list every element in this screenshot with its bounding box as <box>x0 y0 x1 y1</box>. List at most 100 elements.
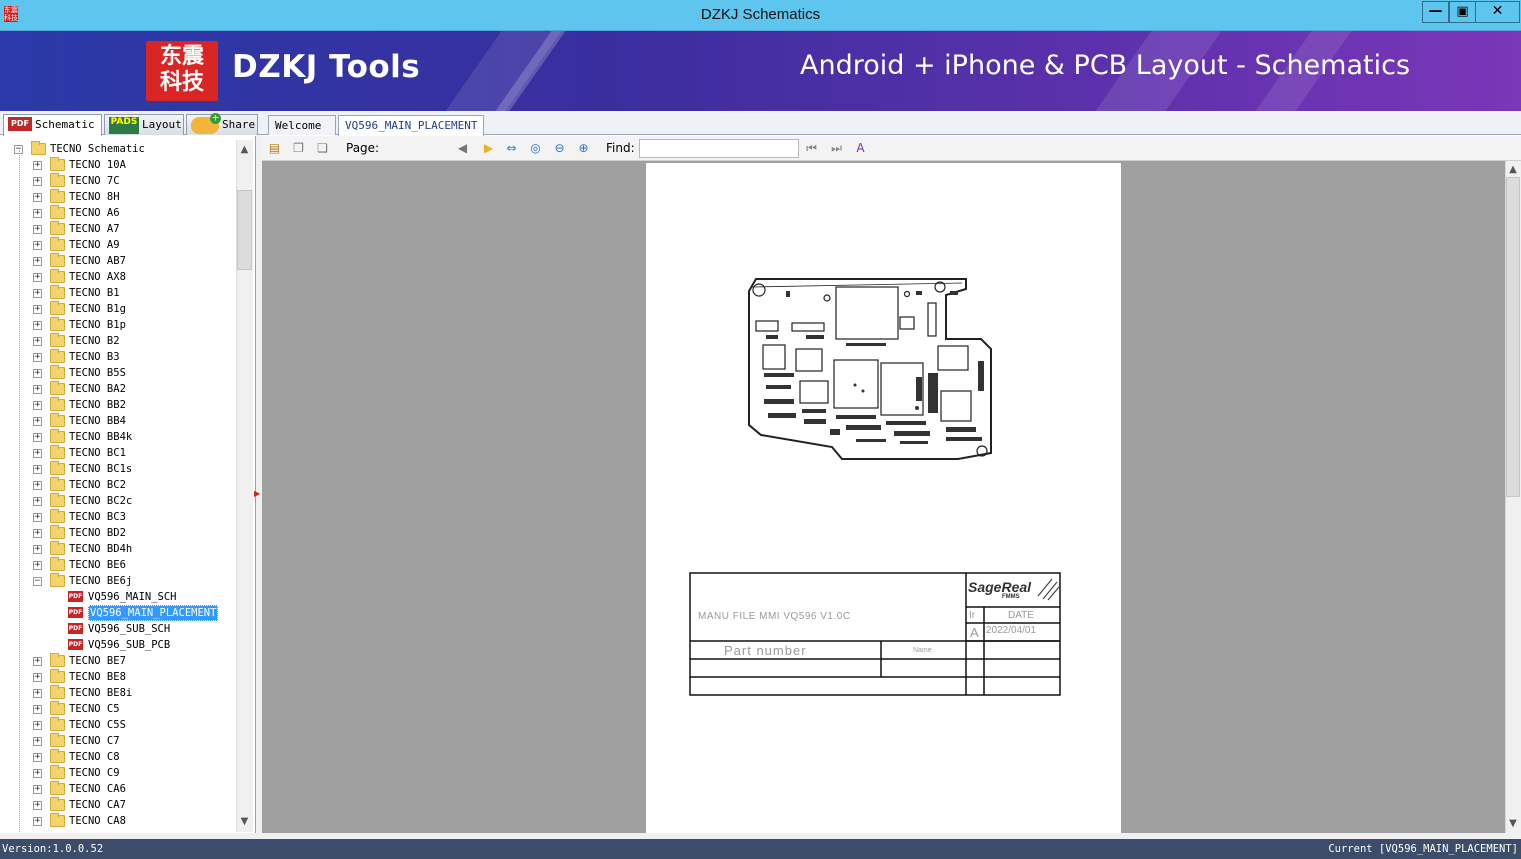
tree-folder-item[interactable]: + TECNO B1g <box>0 301 236 317</box>
close-window-button[interactable]: ✕ <box>1476 1 1520 23</box>
expand-icon[interactable]: + <box>33 161 42 170</box>
tree-folder-item[interactable]: + TECNO A7 <box>0 221 236 237</box>
document-canvas[interactable]: SageReal FMMS MANU FILE MMI VQ596 V1.0C … <box>262 161 1505 833</box>
fit-width-icon[interactable]: ⇔ <box>503 140 520 157</box>
tree-file-item[interactable]: PDF VQ596_SUB_SCH <box>0 621 236 637</box>
tab-schematic[interactable]: PDF Schematic <box>3 114 102 136</box>
tree-folder-item[interactable]: + TECNO BD4h <box>0 541 236 557</box>
expand-icon[interactable]: + <box>33 817 42 826</box>
expand-icon[interactable]: + <box>33 177 42 186</box>
tree-folder-item[interactable]: + TECNO C5S <box>0 717 236 733</box>
expand-icon[interactable]: + <box>33 673 42 682</box>
tree-root-tecno-schematic[interactable]: − TECNO Schematic <box>0 141 236 157</box>
tree-folder-item[interactable]: + TECNO BA2 <box>0 381 236 397</box>
tree-folder-item[interactable]: + TECNO BE8i <box>0 685 236 701</box>
collapse-icon[interactable]: − <box>33 577 42 586</box>
expand-icon[interactable]: + <box>33 705 42 714</box>
expand-icon[interactable]: + <box>33 241 42 250</box>
tree-folder-item[interactable]: + TECNO B3 <box>0 349 236 365</box>
tree-folder-item[interactable]: + TECNO 7C <box>0 173 236 189</box>
expand-icon[interactable]: + <box>33 385 42 394</box>
tab-layout[interactable]: PADS Layout <box>104 114 184 135</box>
expand-icon[interactable]: + <box>33 497 42 506</box>
expand-icon[interactable]: + <box>33 321 42 330</box>
tab-share[interactable]: Share <box>186 113 258 135</box>
expand-icon[interactable]: + <box>33 417 42 426</box>
tree-folder-item[interactable]: + TECNO BC1 <box>0 445 236 461</box>
tree-file-item-selected[interactable]: PDF VQ596_MAIN_PLACEMENT <box>0 605 236 621</box>
scroll-up-icon[interactable]: ▲ <box>237 142 252 158</box>
tree-folder-item[interactable]: + TECNO B5S <box>0 365 236 381</box>
tree-file-item[interactable]: PDF VQ596_MAIN_SCH <box>0 589 236 605</box>
expand-icon[interactable]: + <box>33 305 42 314</box>
tree-folder-item[interactable]: + TECNO C7 <box>0 733 236 749</box>
tab-welcome[interactable]: Welcome <box>268 115 336 135</box>
tree-folder-item[interactable]: + TECNO BB4k <box>0 429 236 445</box>
tree-folder-item[interactable]: + TECNO BC1s <box>0 461 236 477</box>
maximize-button[interactable]: ▣ <box>1449 1 1476 23</box>
tree-folder-item[interactable]: + TECNO CA6 <box>0 781 236 797</box>
previous-page-icon[interactable]: ◀ <box>454 140 471 157</box>
pages-icon[interactable]: ❏ <box>314 140 331 157</box>
find-next-icon[interactable]: ⏭ <box>828 140 845 157</box>
tree-folder-item[interactable]: + TECNO B1p <box>0 317 236 333</box>
next-page-icon[interactable]: ▶ <box>480 140 497 157</box>
tree-folder-item[interactable]: + TECNO BE6 <box>0 557 236 573</box>
expand-icon[interactable]: + <box>33 433 42 442</box>
collapse-panel-icon[interactable]: ▶ <box>254 489 260 498</box>
tree-folder-item[interactable]: + TECNO 8H <box>0 189 236 205</box>
expand-icon[interactable]: + <box>33 689 42 698</box>
tree-folder-item[interactable]: + TECNO BB4 <box>0 413 236 429</box>
tree-folder-item[interactable]: + TECNO CA8 <box>0 813 236 829</box>
expand-icon[interactable]: + <box>33 785 42 794</box>
tree-folder-item[interactable]: + TECNO BC2 <box>0 477 236 493</box>
open-file-icon[interactable]: ▤ <box>266 140 283 157</box>
tree-folder-item[interactable]: + TECNO AB7 <box>0 253 236 269</box>
tree-folder-item[interactable]: + TECNO B1 <box>0 285 236 301</box>
expand-icon[interactable]: + <box>33 209 42 218</box>
expand-icon[interactable]: + <box>33 545 42 554</box>
scroll-down-icon[interactable]: ▼ <box>237 814 252 830</box>
tree-folder-item[interactable]: + TECNO A9 <box>0 237 236 253</box>
expand-icon[interactable]: + <box>33 353 42 362</box>
tree-folder-item[interactable]: + TECNO BE7 <box>0 653 236 669</box>
tree-folder-item[interactable]: − TECNO BE6j <box>0 573 236 589</box>
zoom-out-icon[interactable]: ⊖ <box>551 140 568 157</box>
tree-folder-item[interactable]: + TECNO 10A <box>0 157 236 173</box>
expand-icon[interactable]: + <box>33 513 42 522</box>
expand-icon[interactable]: + <box>33 801 42 810</box>
copy-icon[interactable]: ❐ <box>290 140 307 157</box>
tab-vq596-main-placement[interactable]: VQ596_MAIN_PLACEMENT✕ <box>338 115 484 150</box>
expand-icon[interactable]: + <box>33 721 42 730</box>
expand-icon[interactable]: + <box>33 225 42 234</box>
tree-scroll-thumb[interactable] <box>237 190 252 270</box>
expand-icon[interactable]: + <box>33 193 42 202</box>
zoom-in-icon[interactable]: ⊕ <box>575 140 592 157</box>
tree-folder-item[interactable]: + TECNO BB2 <box>0 397 236 413</box>
minimize-button[interactable]: — <box>1422 1 1449 23</box>
expand-icon[interactable]: + <box>33 401 42 410</box>
find-input[interactable] <box>639 139 799 158</box>
expand-icon[interactable]: + <box>33 737 42 746</box>
viewer-scroll-thumb[interactable] <box>1506 177 1520 497</box>
expand-icon[interactable]: + <box>33 273 42 282</box>
expand-icon[interactable]: + <box>33 257 42 266</box>
expand-icon[interactable]: + <box>33 289 42 298</box>
expand-icon[interactable]: + <box>33 337 42 346</box>
tree-folder-item[interactable]: + TECNO B2 <box>0 333 236 349</box>
tree-file-item[interactable]: PDF VQ596_SUB_PCB <box>0 637 236 653</box>
expand-icon[interactable]: + <box>33 561 42 570</box>
expand-icon[interactable]: + <box>33 449 42 458</box>
expand-icon[interactable]: + <box>33 481 42 490</box>
expand-icon[interactable]: + <box>33 657 42 666</box>
tree-folder-item[interactable]: + TECNO BE8 <box>0 669 236 685</box>
tree-folder-item[interactable]: + TECNO BC3 <box>0 509 236 525</box>
expand-icon[interactable]: + <box>33 769 42 778</box>
expand-icon[interactable]: + <box>33 529 42 538</box>
tree-folder-item[interactable]: + TECNO C5 <box>0 701 236 717</box>
tree-folder-item[interactable]: + TECNO C9 <box>0 765 236 781</box>
expand-icon[interactable]: + <box>33 369 42 378</box>
tree-folder-item[interactable]: + TECNO C8 <box>0 749 236 765</box>
highlight-text-icon[interactable]: A <box>852 140 869 157</box>
expand-icon[interactable]: + <box>33 465 42 474</box>
